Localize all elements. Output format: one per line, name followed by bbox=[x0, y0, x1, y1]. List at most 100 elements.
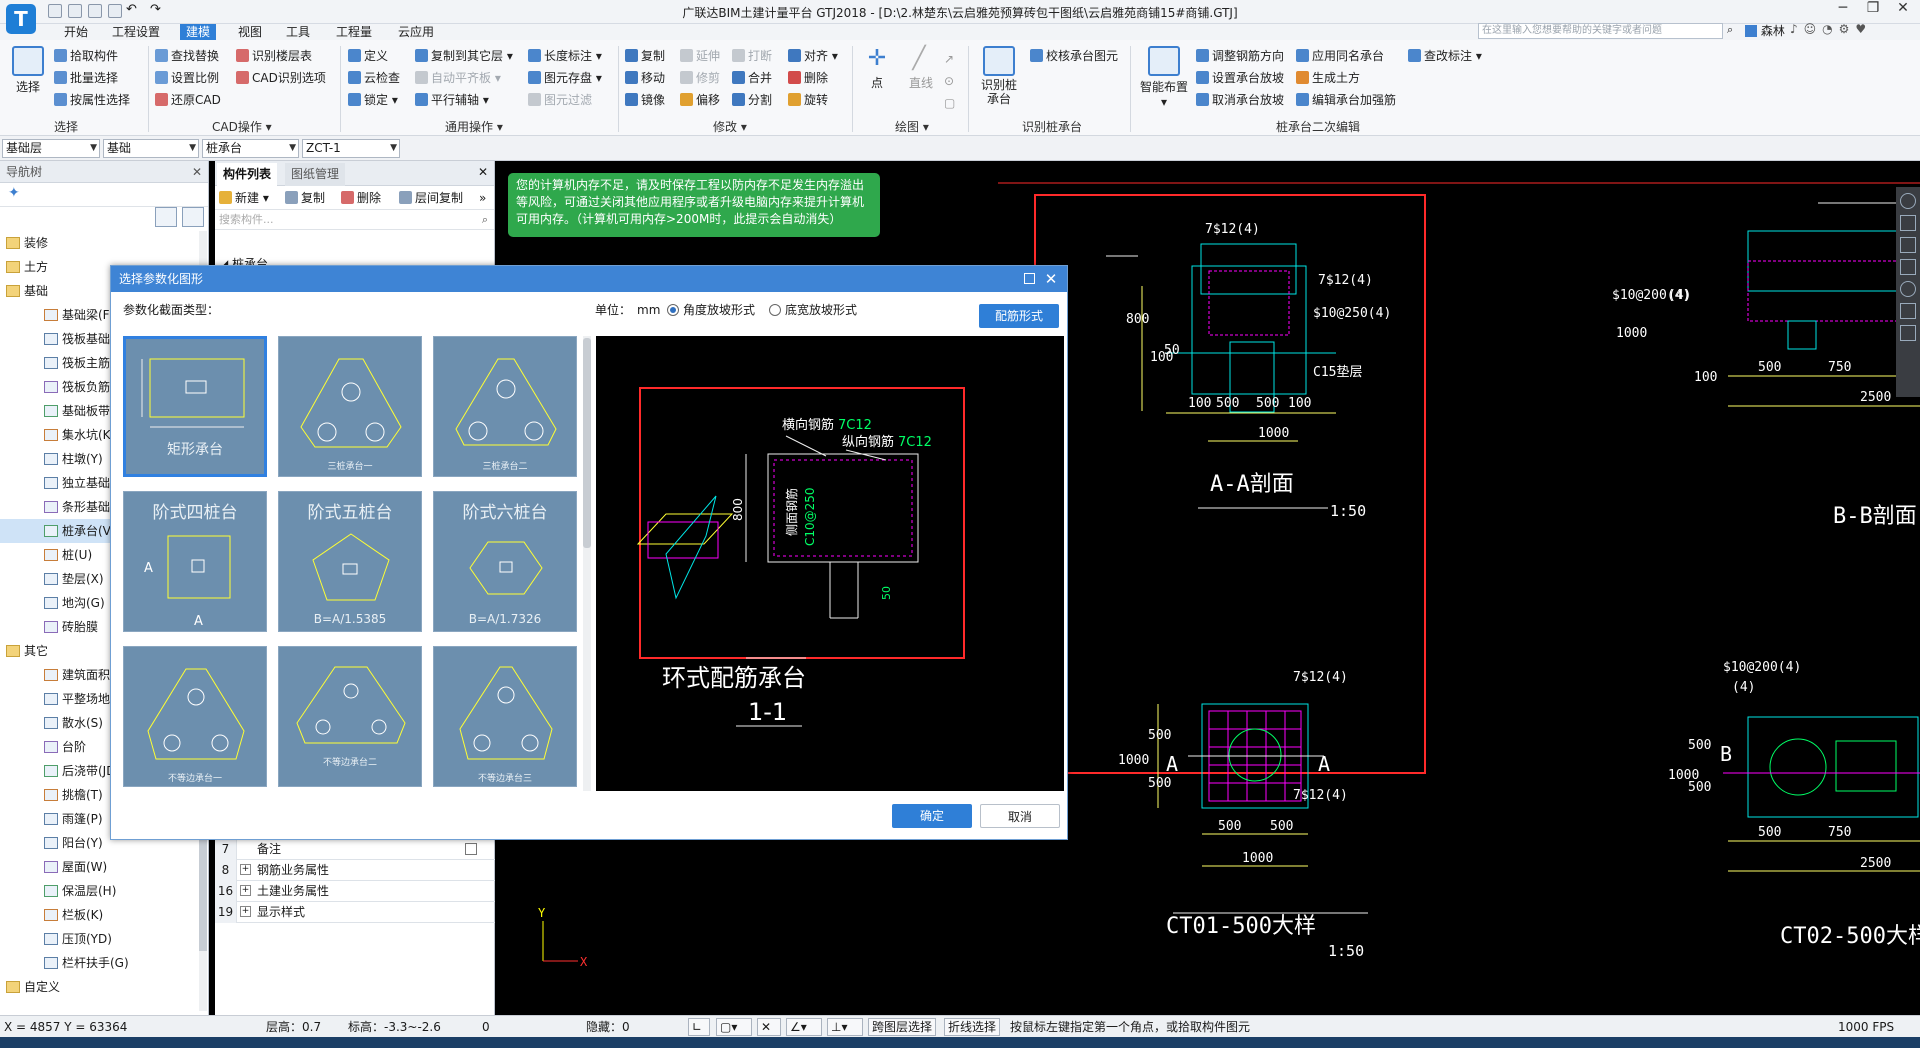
draw-tools-icons[interactable]: ↗ ⊙ ▢ bbox=[944, 48, 958, 118]
menu-tab-view[interactable]: 视图 bbox=[232, 24, 268, 40]
delete-component-button[interactable]: 删除 bbox=[341, 189, 381, 207]
find-replace-button[interactable]: 查找替换 bbox=[155, 46, 219, 66]
expand-icon[interactable]: + bbox=[240, 864, 251, 875]
category-select[interactable]: 基础 ▼ bbox=[103, 139, 199, 158]
dialog-title-bar[interactable]: 选择参数化图形 ✕ bbox=[111, 266, 1067, 292]
help-search-input[interactable]: 在这里输入您想要帮助的关键字或者问题 bbox=[1478, 23, 1723, 39]
identify-pile-cap-button[interactable]: 识别桩承台 bbox=[974, 46, 1024, 106]
gallery-scrollbar[interactable] bbox=[583, 336, 591, 791]
copy-button[interactable]: 复制 bbox=[625, 46, 665, 66]
identify-floor-table-button[interactable]: 识别楼层表 bbox=[236, 46, 312, 66]
top-view-icon[interactable] bbox=[1900, 215, 1916, 231]
cube-icon[interactable] bbox=[1900, 259, 1916, 275]
menu-tab-quantity[interactable]: 工程量 bbox=[330, 24, 378, 40]
check-annotation-button[interactable]: 查改标注 ▾ bbox=[1408, 46, 1482, 66]
menu-tab-project-settings[interactable]: 工程设置 bbox=[106, 24, 166, 40]
list-view-icon[interactable] bbox=[155, 207, 177, 227]
cancel-button[interactable]: 取消 bbox=[980, 804, 1060, 828]
shape-unequal-1[interactable]: 不等边承台一 bbox=[123, 646, 267, 787]
nav-item[interactable]: 自定义 bbox=[0, 975, 205, 999]
rebar-form-button[interactable]: 配筋形式 bbox=[979, 304, 1059, 328]
maximize-icon[interactable] bbox=[1024, 273, 1035, 284]
memory-warning-toast[interactable]: 您的计算机内存不足，请及时保存工程以防内存不足发生内存溢出等风险，可通过关闭其他… bbox=[508, 173, 880, 237]
generate-earthwork-button[interactable]: 生成土方 bbox=[1296, 68, 1360, 88]
nav-item[interactable]: 屋面(W) bbox=[0, 855, 205, 879]
point-button[interactable]: ✛ 点 bbox=[862, 44, 892, 91]
define-button[interactable]: 定义 bbox=[348, 46, 388, 66]
nav-item[interactable]: 保温层(H) bbox=[0, 879, 205, 903]
set-scale-button[interactable]: 设置比例 bbox=[155, 68, 219, 88]
edit-reinforcement-button[interactable]: 编辑承台加强筋 bbox=[1296, 90, 1396, 110]
nav-item[interactable]: 栏板(K) bbox=[0, 903, 205, 927]
cloud-check-button[interactable]: 云检查 bbox=[348, 68, 400, 88]
grid-icon[interactable] bbox=[1900, 325, 1916, 341]
parallel-axis-button[interactable]: 平行辅轴 ▾ bbox=[415, 90, 489, 110]
minimize-button[interactable]: ─ bbox=[1828, 0, 1858, 22]
zoom-icon[interactable] bbox=[1900, 303, 1916, 319]
shape-step-six-pile[interactable]: 阶式六桩台 B=A/1.7326 bbox=[433, 491, 577, 632]
pick-component-button[interactable]: 拾取构件 bbox=[54, 46, 118, 66]
mirror-button[interactable]: 镜像 bbox=[625, 90, 665, 110]
batch-select-button[interactable]: 批量选择 bbox=[54, 68, 118, 88]
restore-cad-button[interactable]: 还原CAD bbox=[155, 90, 221, 110]
element-save-button[interactable]: 图元存盘 ▾ bbox=[528, 68, 602, 88]
grid-view-icon[interactable] bbox=[182, 207, 204, 227]
snap-icon[interactable]: ▢▾ bbox=[716, 1018, 752, 1036]
nav-item[interactable]: 装修 bbox=[0, 231, 205, 255]
cad-options-button[interactable]: CAD识别选项 bbox=[236, 68, 326, 88]
property-row[interactable]: 16 + 土建业务属性 bbox=[215, 881, 495, 902]
dynamic-input-icon[interactable]: ⊥▾ bbox=[827, 1018, 863, 1036]
shape-step-four-pile[interactable]: 阶式四桩台 AA bbox=[123, 491, 267, 632]
pin-icon[interactable]: ✦ bbox=[8, 185, 20, 201]
smart-layout-button[interactable]: 智能布置 ▾ bbox=[1138, 46, 1190, 109]
check-pile-cap-button[interactable]: 校核承台图元 bbox=[1030, 46, 1118, 66]
close-icon[interactable]: ✕ bbox=[478, 165, 488, 179]
shape-three-pile-1[interactable]: 三桩承台一 bbox=[278, 336, 422, 477]
menu-tab-start[interactable]: 开始 bbox=[58, 24, 94, 40]
cross-layer-select-button[interactable]: 跨图层选择 bbox=[868, 1018, 937, 1036]
property-row[interactable]: 7 备注 bbox=[215, 839, 495, 860]
length-dimension-button[interactable]: 长度标注 ▾ bbox=[528, 46, 602, 66]
search-icon[interactable]: ⌕ bbox=[1727, 23, 1741, 37]
expand-icon[interactable]: + bbox=[240, 906, 251, 917]
extend-button[interactable]: 延伸 bbox=[680, 46, 720, 66]
apply-same-name-button[interactable]: 应用同名承台 bbox=[1296, 46, 1384, 66]
notification-icons[interactable]: ♪☺◔⚙♥ bbox=[1790, 22, 1872, 36]
ortho-icon[interactable]: ∟ bbox=[688, 1018, 710, 1036]
adjust-rebar-direction-button[interactable]: 调整钢筋方向 bbox=[1196, 46, 1284, 66]
align-button[interactable]: 对齐 ▾ bbox=[788, 46, 838, 66]
new-component-button[interactable]: 新建 ▾ bbox=[219, 189, 269, 207]
offset-button[interactable]: 偏移 bbox=[680, 90, 720, 110]
tab-drawing-management[interactable]: 图纸管理 bbox=[285, 163, 346, 186]
line-button[interactable]: ╱ 直线 bbox=[904, 44, 938, 91]
property-row[interactable]: 8 + 钢筋业务属性 bbox=[215, 860, 495, 881]
menu-tab-cloud[interactable]: 云应用 bbox=[392, 24, 440, 40]
shape-rect-cap[interactable]: 矩形承台 bbox=[123, 336, 267, 477]
copy-component-button[interactable]: 复制 bbox=[285, 189, 325, 207]
shape-three-pile-2[interactable]: 三桩承台二 bbox=[433, 336, 577, 477]
shape-unequal-2[interactable]: 不等边承台二 bbox=[278, 646, 422, 787]
cancel-slope-button[interactable]: 取消承台放坡 bbox=[1196, 90, 1284, 110]
auto-flush-slab-button[interactable]: 自动平齐板 ▾ bbox=[415, 68, 501, 88]
set-slope-button[interactable]: 设置承台放坡 bbox=[1196, 68, 1284, 88]
break-button[interactable]: 打断 bbox=[732, 46, 772, 66]
ok-button[interactable]: 确定 bbox=[892, 804, 972, 828]
close-icon[interactable]: ✕ bbox=[1041, 266, 1061, 292]
menu-tab-modeling[interactable]: 建模 bbox=[180, 24, 217, 40]
component-name-select[interactable]: ZCT-1 ▼ bbox=[302, 139, 400, 158]
width-slope-radio[interactable]: 底宽放坡形式 bbox=[769, 296, 857, 324]
nav-item[interactable]: 压顶(YD) bbox=[0, 927, 205, 951]
more-icon[interactable]: » bbox=[479, 189, 486, 207]
shape-unequal-3[interactable]: 不等边承台三 bbox=[433, 646, 577, 787]
copy-between-floors-button[interactable]: 层间复制 bbox=[399, 189, 463, 207]
property-row[interactable]: 19 + 显示样式 bbox=[215, 902, 495, 923]
type-select[interactable]: 桩承台 ▼ bbox=[202, 139, 299, 158]
remark-checkbox[interactable] bbox=[465, 843, 477, 855]
expand-icon[interactable]: + bbox=[240, 885, 251, 896]
app-logo[interactable]: T bbox=[6, 4, 36, 34]
3d-view-icon[interactable] bbox=[1900, 237, 1916, 253]
rotate-button[interactable]: 旋转 bbox=[788, 90, 828, 110]
orbit-icon[interactable] bbox=[1900, 193, 1916, 209]
select-by-attribute-button[interactable]: 按属性选择 bbox=[54, 90, 130, 110]
select-button[interactable]: 选择 bbox=[10, 46, 46, 95]
